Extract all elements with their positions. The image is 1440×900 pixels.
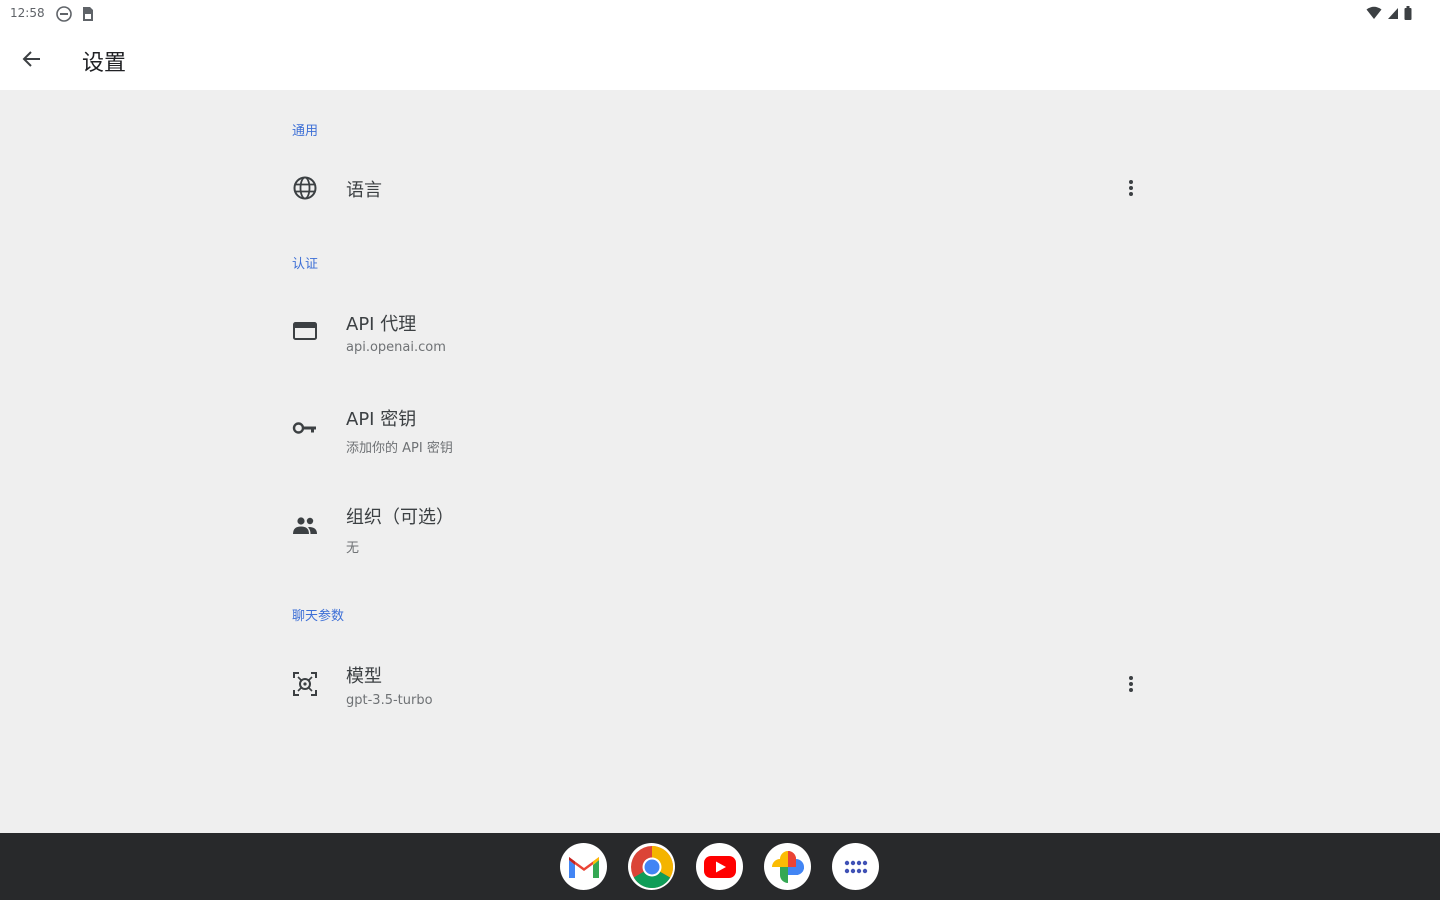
pref-language[interactable]: 语言 [280, 160, 1150, 216]
pref-api-key[interactable]: API 密钥 添加你的 API 密钥 [280, 395, 1150, 461]
status-right-icons [1366, 6, 1412, 20]
language-more-button[interactable] [1118, 173, 1144, 203]
wifi-icon [1366, 6, 1382, 19]
back-button[interactable] [14, 44, 50, 74]
app-bar: 设置 [0, 28, 1440, 90]
pref-api-proxy-title: API 代理 [346, 314, 417, 335]
pref-organization-title: 组织（可选） [346, 507, 454, 528]
pref-model[interactable]: 模型 gpt-3.5-turbo [280, 650, 1150, 716]
more-vert-icon [1129, 676, 1133, 692]
page-title: 设置 [82, 51, 127, 76]
section-header-general: 通用 [292, 124, 319, 139]
model-icon [290, 669, 320, 699]
pref-api-proxy[interactable]: API 代理 api.openai.com [280, 300, 1150, 366]
gmail-icon[interactable] [560, 843, 607, 890]
group-icon [290, 511, 320, 541]
photos-icon[interactable] [764, 843, 811, 890]
section-header-auth: 认证 [292, 257, 319, 272]
status-time: 12:58 [10, 6, 45, 20]
pref-organization[interactable]: 组织（可选） 无 [280, 493, 1150, 559]
pref-model-summary: gpt-3.5-turbo [346, 693, 433, 708]
taskbar [0, 833, 1440, 900]
pref-language-title: 语言 [346, 180, 382, 201]
settings-list: 通用 语言 认证 API 代理 api.openai.com API 密钥 添加… [0, 90, 1440, 833]
status-bar: 12:58 [0, 0, 1440, 28]
signal-icon [1388, 8, 1398, 19]
web-window-icon [290, 316, 320, 346]
pref-model-title: 模型 [346, 666, 382, 687]
dnd-icon [56, 6, 72, 22]
pref-api-key-title: API 密钥 [346, 409, 417, 430]
more-vert-icon [1129, 180, 1133, 196]
sim-icon [83, 7, 93, 21]
pref-api-proxy-summary: api.openai.com [346, 340, 446, 355]
pref-api-key-summary: 添加你的 API 密钥 [346, 441, 453, 456]
arrow-back-icon [22, 51, 40, 67]
key-icon [290, 413, 320, 443]
youtube-icon[interactable] [696, 843, 743, 890]
pref-organization-summary: 无 [346, 541, 360, 556]
model-more-button[interactable] [1118, 669, 1144, 699]
section-header-chat: 聊天参数 [292, 609, 345, 624]
battery-icon [1404, 6, 1412, 20]
app-launcher-icon[interactable] [832, 843, 879, 890]
globe-icon [290, 173, 320, 203]
status-left-icons [56, 6, 94, 22]
app-dock [560, 843, 879, 890]
chrome-icon[interactable] [628, 843, 675, 890]
